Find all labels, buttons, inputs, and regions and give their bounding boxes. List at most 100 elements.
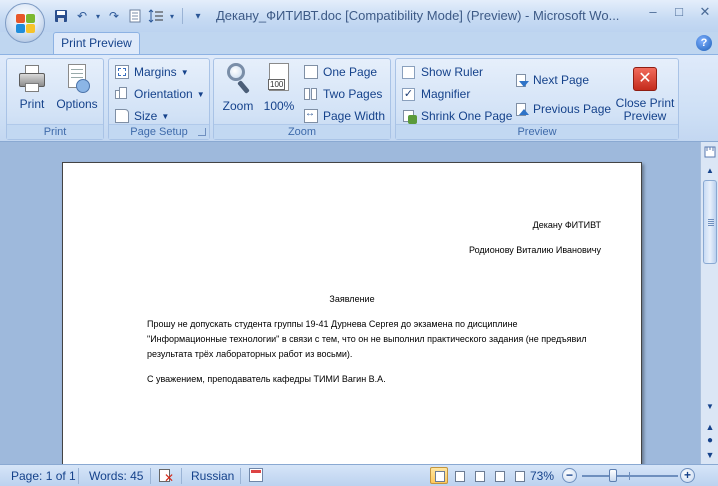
previous-page-label: Previous Page: [533, 102, 612, 116]
save-icon[interactable]: [52, 7, 70, 25]
options-button[interactable]: Options: [53, 63, 101, 111]
preview-group: Show Ruler ✓ Magnifier Shrink One Page N…: [395, 58, 679, 140]
margins-icon: [115, 65, 129, 79]
orientation-icon: [115, 87, 129, 101]
redo-icon[interactable]: ↷: [105, 7, 123, 25]
hundred-percent-icon: 100: [266, 63, 292, 95]
two-pages-label: Two Pages: [323, 87, 383, 101]
hundred-percent-label: 100%: [263, 99, 295, 113]
previous-page-button[interactable]: Previous Page: [514, 100, 611, 118]
hundred-percent-button[interactable]: 100 100%: [262, 63, 296, 113]
dialog-launcher-icon[interactable]: [198, 128, 206, 136]
scroll-up-icon[interactable]: ▲: [702, 164, 718, 178]
zoom-group: Zoom 100 100% One Page Two Pages Page Wi…: [213, 58, 391, 140]
chevron-down-icon: ▼: [196, 89, 205, 99]
undo-icon[interactable]: ↶: [73, 7, 91, 25]
one-page-icon: [304, 65, 318, 79]
page-size-icon: [115, 109, 129, 123]
page-setup-group-label: Page Setup: [109, 124, 209, 139]
zoom-slider-track[interactable]: [582, 475, 678, 477]
one-page-button[interactable]: One Page: [304, 63, 377, 81]
options-button-label: Options: [56, 97, 98, 111]
zoom-button-label: Zoom: [222, 99, 254, 113]
zoom-in-icon[interactable]: +: [680, 468, 695, 483]
ruler-toggle-icon[interactable]: [703, 146, 717, 160]
close-preview-label-2: Preview: [623, 109, 667, 123]
page-width-button[interactable]: Page Width: [304, 107, 385, 125]
outline-view-icon[interactable]: [490, 467, 508, 484]
zoom-group-label: Zoom: [214, 124, 390, 139]
magnifier-checkbox[interactable]: ✓ Magnifier: [402, 85, 470, 103]
macro-recording-icon[interactable]: [249, 468, 263, 482]
document-closing: С уважением, преподаватель кафедры ТИМИ …: [147, 374, 386, 384]
one-page-label: One Page: [323, 65, 378, 79]
page-count[interactable]: Page: 1 of 1: [11, 469, 76, 483]
line-spacing-icon[interactable]: [147, 7, 165, 25]
status-divider: [240, 468, 241, 484]
size-button[interactable]: Size ▼: [115, 107, 169, 125]
chevron-down-icon: ▼: [180, 67, 189, 77]
status-divider: [150, 468, 151, 484]
maximize-icon[interactable]: □: [672, 5, 686, 19]
browse-object-icon[interactable]: ●: [702, 434, 718, 448]
print-layout-view-icon[interactable]: [430, 467, 448, 484]
document-page[interactable]: Декану ФИТИВТ Родионову Виталию Иванович…: [62, 162, 642, 464]
magnifier-label: Magnifier: [421, 87, 471, 101]
page-setup-group: Margins ▼ Orientation ▼ Size ▼ Page Setup: [108, 58, 210, 140]
line-spacing-dropdown-icon[interactable]: ▾: [168, 7, 176, 25]
office-button[interactable]: [5, 3, 45, 43]
two-pages-button[interactable]: Two Pages: [304, 85, 382, 103]
print-button[interactable]: Print: [13, 63, 51, 111]
full-screen-reading-view-icon[interactable]: [450, 467, 468, 484]
size-label: Size: [134, 109, 158, 123]
recipient-title: Декану ФИТИВТ: [532, 220, 601, 230]
proofing-errors-icon[interactable]: ✕: [158, 468, 176, 484]
next-page-label: Next Page: [533, 73, 590, 87]
shrink-one-page-label: Shrink One Page: [421, 109, 513, 123]
help-icon[interactable]: ?: [696, 35, 712, 51]
vertical-scrollbar[interactable]: ▲ ▼ ▲ ● ▼: [700, 142, 718, 464]
undo-dropdown-icon[interactable]: ▾: [94, 7, 102, 25]
scroll-thumb[interactable]: [703, 180, 717, 264]
web-layout-view-icon[interactable]: [470, 467, 488, 484]
document-paragraph: Прошу не допускать студента группы 19-41…: [147, 319, 587, 359]
ribbon-tab-row: Print Preview ?: [0, 32, 718, 54]
orientation-button[interactable]: Orientation ▼: [115, 85, 205, 103]
previous-page-scroll-icon[interactable]: ▲: [702, 420, 718, 434]
window-title: Декану_ФИТИВТ.doc [Compatibility Mode] (…: [216, 8, 620, 23]
page-setup-label: Page Setup: [130, 126, 188, 138]
magnifier-check[interactable]: ✓: [402, 87, 415, 101]
zoom-slider-thumb[interactable]: [609, 469, 617, 482]
word-count[interactable]: Words: 45: [89, 469, 143, 483]
draft-view-icon[interactable]: [510, 467, 528, 484]
minimize-icon[interactable]: –: [646, 5, 660, 19]
grip-icon: [708, 219, 714, 220]
zoom-slider-center-mark: [629, 472, 630, 480]
margins-button[interactable]: Margins ▼: [115, 63, 189, 81]
show-ruler-check[interactable]: [402, 65, 415, 79]
print-preview-icon[interactable]: [126, 7, 144, 25]
scroll-down-icon[interactable]: ▼: [702, 400, 718, 414]
close-print-preview-button[interactable]: ✕ Close Print Preview: [612, 67, 678, 123]
shrink-one-page-button[interactable]: Shrink One Page: [402, 107, 512, 125]
zoom-button[interactable]: Zoom: [220, 63, 256, 113]
tab-print-preview[interactable]: Print Preview: [53, 32, 140, 54]
recipient-name: Родионову Виталию Ивановичу: [469, 245, 601, 255]
toolbar-separator: [182, 8, 183, 24]
language-indicator[interactable]: Russian: [191, 469, 234, 483]
zoom-level[interactable]: 73%: [530, 469, 554, 483]
close-icon[interactable]: ✕: [698, 5, 712, 19]
customize-toolbar-icon[interactable]: ▾: [189, 7, 207, 25]
shrink-page-icon: [402, 109, 417, 124]
zoom-out-icon[interactable]: −: [562, 468, 577, 483]
options-icon: [62, 63, 92, 93]
show-ruler-checkbox[interactable]: Show Ruler: [402, 63, 483, 81]
hundred-icon-text: 100: [268, 79, 286, 90]
show-ruler-label: Show Ruler: [421, 65, 484, 79]
orientation-label: Orientation: [134, 87, 193, 101]
next-page-button[interactable]: Next Page: [514, 71, 589, 89]
next-page-icon: [514, 73, 529, 87]
print-group-label: Print: [7, 124, 103, 139]
margins-label: Margins: [134, 65, 177, 79]
next-page-scroll-icon[interactable]: ▼: [702, 448, 718, 462]
